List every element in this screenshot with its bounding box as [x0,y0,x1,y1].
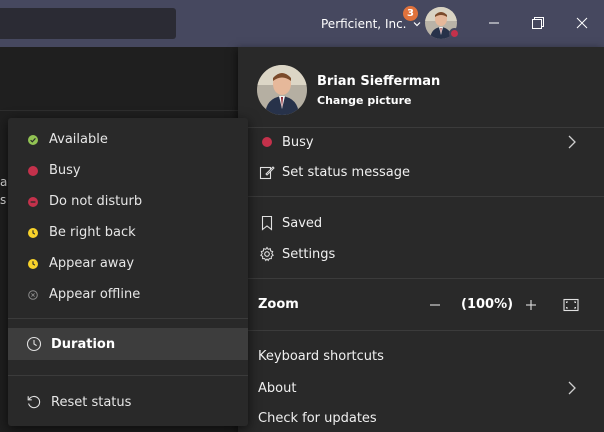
status-item-label: Appear offline [49,287,141,302]
chevron-right-icon [568,381,576,395]
restore-icon [532,17,544,29]
status-item-do-not-disturb[interactable]: Do not disturb [8,186,248,217]
status-item-busy[interactable]: Busy [8,155,248,186]
set-status-message-label: Set status message [282,164,410,180]
settings-item[interactable]: Settings [238,239,604,269]
restore-button[interactable] [528,13,548,33]
profile-avatar [257,65,307,115]
divider [8,318,248,319]
divider [238,196,604,197]
minimize-button[interactable] [484,13,504,33]
reset-status-item[interactable]: Reset status [8,386,248,418]
profile-name: Brian Siefferman [317,74,441,89]
close-icon [576,17,588,29]
status-item-label: Available [49,132,108,147]
gear-icon [258,245,276,263]
status-item-appear-offline[interactable]: Appear offline [8,279,248,310]
reset-status-label: Reset status [51,394,132,410]
duration-item[interactable]: Duration [8,328,248,360]
chevron-right-icon [568,135,576,149]
zoom-row: Zoom (100%) [238,290,604,320]
change-picture-link[interactable]: Change picture [317,94,411,107]
settings-label: Settings [282,246,336,262]
keyboard-shortcuts-item[interactable]: Keyboard shortcuts [258,349,384,364]
profile-panel: Brian Siefferman Change picture Busy Set… [238,47,604,432]
status-item-label: Busy [49,163,81,178]
background-divider [0,110,238,111]
org-name: Perficient, Inc. [321,17,407,31]
zoom-label: Zoom [258,297,299,312]
clock-icon [28,227,38,238]
divider [238,278,604,279]
divider [8,375,248,376]
about-label: About [258,380,297,396]
zoom-out-icon[interactable] [427,297,443,313]
status-item-label: Do not disturb [49,194,143,209]
presence-busy-icon [449,28,460,39]
offline-icon [28,289,38,300]
status-item-available[interactable]: Available [8,124,248,155]
clock-icon [28,258,38,269]
status-label: Busy [282,134,314,150]
divider [238,330,604,331]
title-bar: Perficient, Inc. 3 [0,0,604,47]
notification-badge: 3 [403,6,418,21]
close-button[interactable] [572,13,592,33]
status-item-label: Appear away [49,256,135,271]
about-item[interactable]: About [238,373,604,403]
status-item-label: Be right back [49,225,136,240]
minus-icon [28,196,38,207]
search-input[interactable] [0,8,176,39]
reset-icon [25,393,43,411]
status-item-appear-away[interactable]: Appear away [8,248,248,279]
duration-label: Duration [51,336,116,352]
saved-label: Saved [282,215,323,231]
zoom-value: (100%) [461,297,514,312]
status-item-be-right-back[interactable]: Be right back [8,217,248,248]
clock-outline-icon [25,335,43,353]
bookmark-icon [258,214,276,232]
set-status-message-item[interactable]: Set status message [238,157,604,187]
saved-item[interactable]: Saved [238,208,604,238]
edit-message-icon [258,163,276,181]
busy-status-icon [258,133,276,151]
check-for-updates-item[interactable]: Check for updates [258,411,377,426]
profile-photo[interactable] [257,65,307,115]
status-menu: Available Busy Do not disturb Be right b… [8,118,248,426]
dot-icon [28,165,38,176]
minimize-icon [489,22,499,24]
zoom-in-icon[interactable] [523,297,539,313]
fit-to-screen-icon[interactable] [562,296,580,314]
status-selector[interactable]: Busy [238,127,604,157]
check-icon [28,134,38,145]
